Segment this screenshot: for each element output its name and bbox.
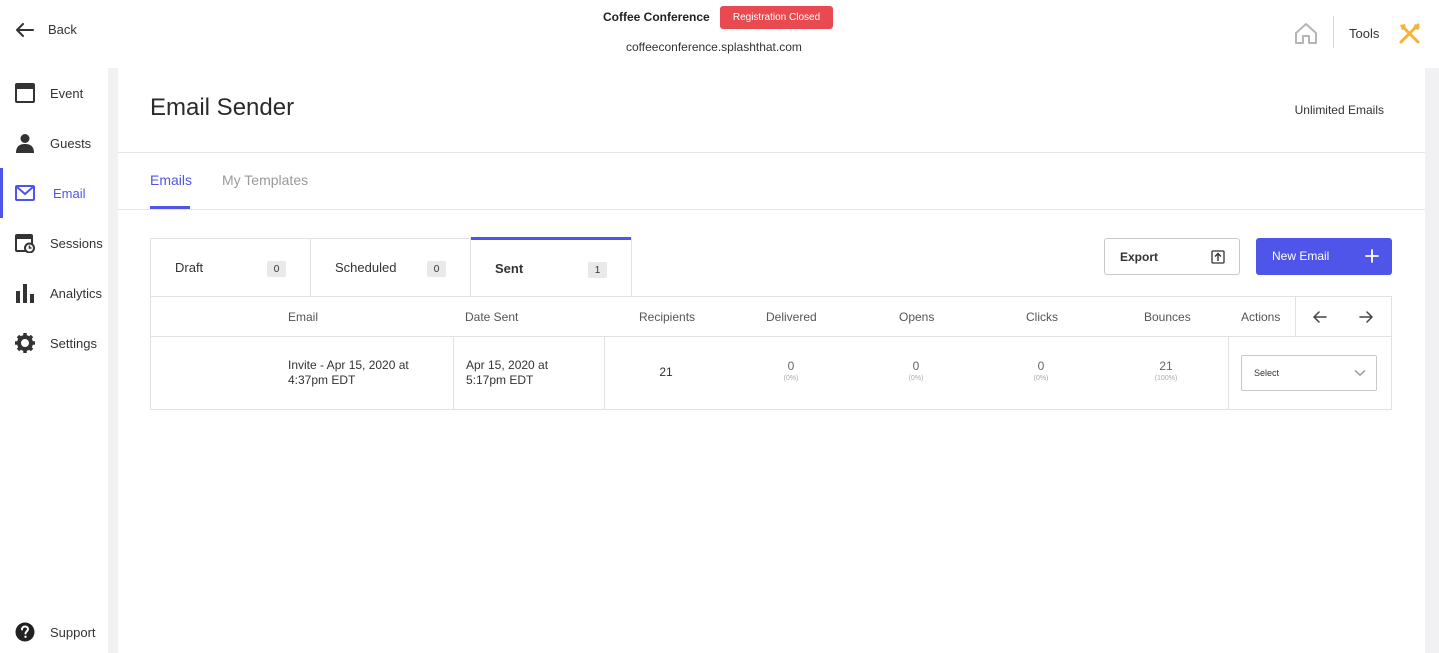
frame-gutter-right: [1425, 68, 1439, 653]
column-header-email: Email: [288, 310, 319, 324]
status-tab-count: 0: [267, 261, 286, 277]
sidebar-item-email[interactable]: Email: [0, 168, 108, 218]
column-header-opens: Opens: [899, 310, 935, 324]
main-panel: Email Sender Unlimited Emails Emails My …: [118, 68, 1425, 653]
status-tab-count: 0: [427, 261, 446, 277]
sidebar-item-label: Event: [50, 85, 84, 101]
top-divider: [1333, 16, 1334, 48]
opens-percent: (0%): [908, 375, 924, 382]
back-label: Back: [48, 22, 77, 37]
status-tab-label: Scheduled: [335, 260, 397, 275]
event-name: Coffee Conference: [603, 10, 710, 24]
sidebar: Event Guests Email Sessions Analytics Se…: [0, 68, 108, 653]
divider: [604, 337, 605, 409]
arrow-left-icon[interactable]: [1313, 310, 1327, 324]
table-row[interactable]: Invite - Apr 15, 2020 at 4:37pm EDT Apr …: [151, 337, 1391, 409]
divider: [453, 337, 454, 409]
new-email-label: New Email: [1272, 249, 1330, 263]
sent-emails-table: Email Date Sent Recipients Delivered Ope…: [150, 296, 1392, 410]
divider: [1228, 337, 1229, 409]
sidebar-item-label: Analytics: [50, 285, 103, 301]
event-url[interactable]: coffeeconference.splashthat.com: [626, 40, 802, 54]
opens-cell: 0 (0%): [866, 359, 966, 382]
column-header-recipients: Recipients: [639, 310, 696, 324]
column-header-actions: Actions: [1241, 310, 1281, 324]
divider: [118, 209, 1425, 210]
calendar-icon: [15, 83, 35, 103]
bar-chart-icon: [16, 284, 34, 303]
opens-count: 0: [912, 359, 920, 373]
status-tab-draft[interactable]: Draft 0: [151, 239, 311, 297]
clicks-count: 0: [1037, 359, 1045, 373]
tab-emails[interactable]: Emails: [150, 172, 192, 188]
sidebar-item-sessions[interactable]: Sessions: [0, 218, 108, 268]
export-icon: [1211, 250, 1225, 264]
frame-gutter-left: [108, 68, 118, 653]
column-header-bounces: Bounces: [1144, 310, 1191, 324]
actions-select-value: Select: [1254, 368, 1280, 378]
status-tab-scheduled[interactable]: Scheduled 0: [311, 239, 471, 297]
column-header-date-sent: Date Sent: [465, 310, 519, 324]
email-name-cell[interactable]: Invite - Apr 15, 2020 at 4:37pm EDT: [288, 358, 438, 388]
sidebar-item-label: Guests: [50, 135, 92, 151]
arrow-left-icon: [16, 22, 34, 37]
chevron-down-icon: [1354, 369, 1366, 377]
support-link[interactable]: Support: [0, 620, 108, 644]
delivered-count: 0: [787, 359, 795, 373]
tools-icon[interactable]: [1398, 22, 1422, 44]
top-bar: Back Coffee Conference Registration Clos…: [0, 0, 1439, 68]
bounces-cell: 21 (100%): [1116, 359, 1216, 382]
divider: [118, 152, 1425, 153]
sidebar-item-label: Sessions: [50, 235, 103, 251]
sidebar-item-guests[interactable]: Guests: [0, 118, 108, 168]
home-icon[interactable]: [1294, 22, 1318, 44]
export-button[interactable]: Export: [1104, 238, 1240, 275]
sidebar-item-label: Email: [53, 185, 86, 201]
status-tab-count: 1: [588, 262, 607, 278]
export-label: Export: [1120, 250, 1159, 264]
email-quota-label: Unlimited Emails: [1294, 103, 1384, 117]
person-icon: [16, 134, 34, 153]
bounces-percent: (100%): [1154, 375, 1178, 382]
status-tab-label: Sent: [495, 261, 524, 276]
page-title: Email Sender: [150, 94, 295, 121]
tools-label[interactable]: Tools: [1349, 26, 1379, 41]
back-button[interactable]: Back: [16, 22, 77, 37]
clicks-percent: (0%): [1033, 375, 1049, 382]
actions-select[interactable]: Select: [1241, 355, 1377, 391]
column-header-clicks: Clicks: [1026, 310, 1058, 324]
delivered-percent: (0%): [783, 375, 799, 382]
registration-status-badge: Registration Closed: [720, 6, 833, 29]
gear-icon: [15, 333, 35, 353]
recipients-cell: 21: [659, 365, 673, 379]
sidebar-item-analytics[interactable]: Analytics: [0, 268, 108, 318]
sidebar-item-label: Settings: [50, 335, 97, 351]
plus-icon: [1365, 249, 1379, 263]
column-header-delivered: Delivered: [766, 310, 817, 324]
envelope-icon: [15, 185, 35, 201]
tab-my-templates[interactable]: My Templates: [222, 172, 308, 188]
delivered-cell: 0 (0%): [741, 359, 841, 382]
bounces-count: 21: [1159, 359, 1173, 373]
clicks-cell: 0 (0%): [991, 359, 1091, 382]
sessions-icon: [15, 234, 35, 253]
date-sent-cell: Apr 15, 2020 at 5:17pm EDT: [466, 358, 549, 387]
status-tab-sent[interactable]: Sent 1: [471, 237, 631, 297]
divider: [1295, 297, 1296, 337]
status-tab-label: Draft: [175, 260, 204, 275]
help-circle-icon: [15, 622, 35, 642]
sidebar-item-settings[interactable]: Settings: [0, 318, 108, 368]
status-tabs: Draft 0 Scheduled 0 Sent 1: [150, 237, 632, 297]
support-label: Support: [50, 624, 96, 640]
table-header: Email Date Sent Recipients Delivered Ope…: [151, 297, 1391, 337]
sidebar-item-event[interactable]: Event: [0, 68, 108, 118]
new-email-button[interactable]: New Email: [1256, 238, 1392, 275]
arrow-right-icon[interactable]: [1359, 310, 1373, 324]
